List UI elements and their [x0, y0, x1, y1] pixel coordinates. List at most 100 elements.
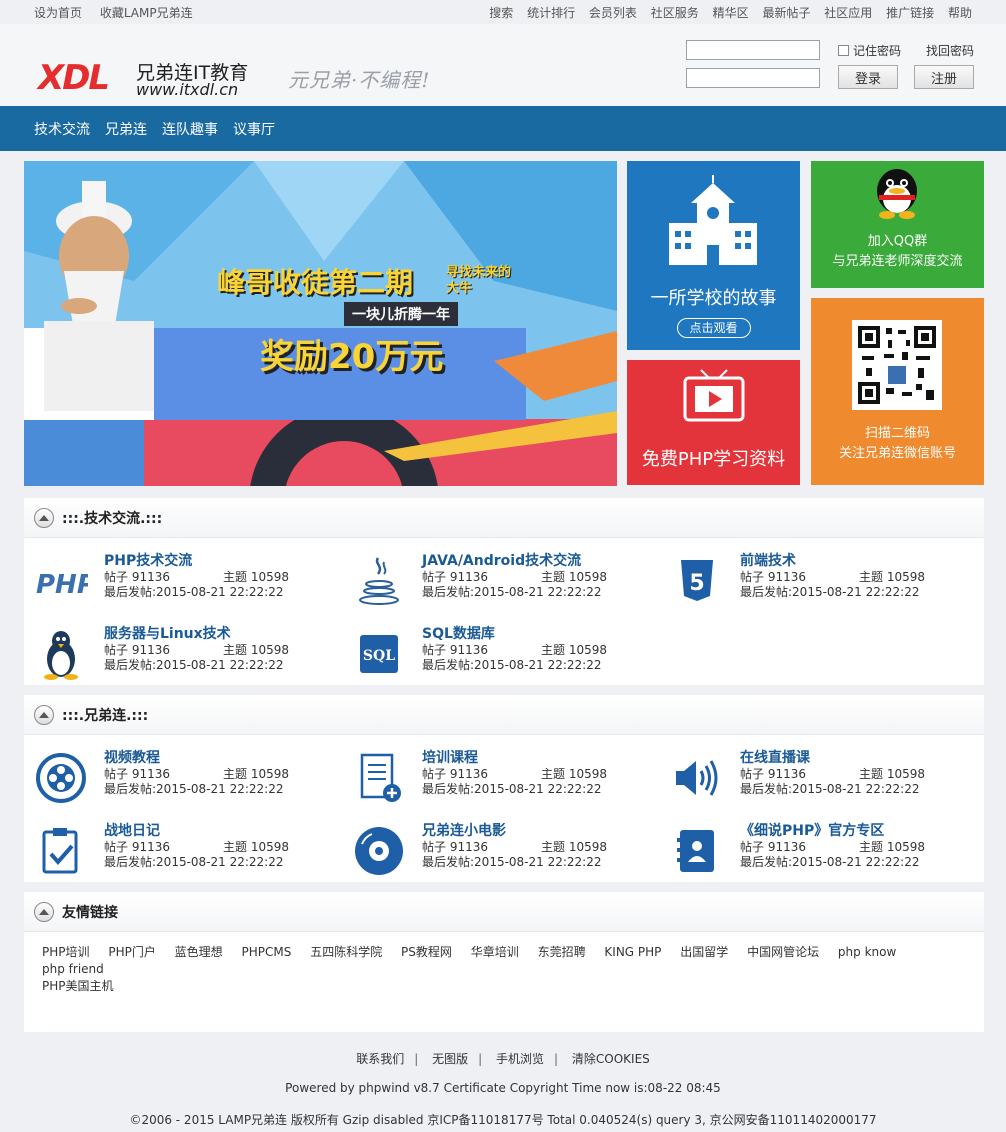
friend-links-section: 友情链接 PHP培训 PHP门户 蓝色理想 PHPCMS 五四陈科学院 PS教程… — [24, 892, 984, 1032]
section-title: :::.技术交流.::: — [62, 510, 163, 527]
forum-last-post: 最后发帖:2015-08-21 22:22:22 — [740, 855, 920, 869]
friend-link[interactable]: PHP门户 — [108, 945, 156, 959]
friend-link[interactable]: 东莞招聘 — [538, 945, 586, 959]
friend-link[interactable]: php know — [838, 945, 896, 959]
login-button[interactable]: 登录 — [838, 65, 898, 89]
friend-link[interactable]: 五四陈科学院 — [310, 945, 382, 959]
find-password-link[interactable]: 找回密码 — [926, 42, 974, 59]
forum-name[interactable]: 《细说PHP》官方专区 — [740, 820, 884, 840]
friend-link[interactable]: 蓝色理想 — [175, 945, 223, 959]
nav-item-xdl[interactable]: 兄弟连 — [105, 119, 147, 139]
friend-link[interactable]: PHPCMS — [242, 945, 292, 959]
nav-item-council[interactable]: 议事厅 — [233, 119, 275, 139]
remember-label: 记住密码 — [853, 44, 902, 58]
footer-link-contact[interactable]: 联系我们 — [356, 1052, 404, 1066]
school-story-tile[interactable]: 一所学校的故事 点击观看 — [627, 161, 800, 350]
top-link-members[interactable]: 会员列表 — [589, 6, 637, 20]
friend-link[interactable]: 中国网管论坛 — [747, 945, 819, 959]
banner-reward: 奖励20万元 — [260, 337, 444, 377]
forum-name[interactable]: 战地日记 — [104, 820, 160, 840]
watch-button[interactable]: 点击观看 — [676, 318, 751, 338]
free-php-tile[interactable]: 免费PHP学习资料 — [627, 360, 800, 485]
forum-item[interactable]: 兄弟连小电影 帖子 91136 主题 10598 最后发帖:2015-08-21… — [342, 820, 642, 880]
footer-powered: Powered by phpwind v8.7 Certificate Copy… — [285, 1081, 721, 1095]
collapse-toggle-icon[interactable] — [34, 901, 54, 922]
logo-url: www.itxdl.cn — [136, 80, 239, 99]
friend-link[interactable]: PHP培训 — [42, 945, 90, 959]
section-header: 友情链接 — [24, 892, 984, 932]
friend-link[interactable]: 华章培训 — [471, 945, 519, 959]
collapse-toggle-icon[interactable] — [34, 507, 54, 528]
forum-last-post: 最后发帖:2015-08-21 22:22:22 — [740, 782, 920, 796]
username-input[interactable] — [686, 40, 820, 60]
forum-last-post: 最后发帖:2015-08-21 22:22:22 — [422, 658, 602, 672]
section-header: :::.技术交流.::: — [24, 498, 984, 538]
friend-link[interactable]: 出国留学 — [680, 945, 728, 959]
top-link-services[interactable]: 社区服务 — [651, 6, 699, 20]
section-header: :::.兄弟连.::: — [24, 695, 984, 735]
forum-last-post: 最后发帖:2015-08-21 22:22:22 — [422, 585, 602, 599]
sql-icon: SQL — [352, 627, 406, 681]
top-link-help[interactable]: 帮助 — [948, 6, 972, 20]
set-homepage-link[interactable]: 设为首页 — [34, 6, 82, 20]
section-title: 友情链接 — [62, 904, 118, 921]
top-link-search[interactable]: 搜索 — [489, 6, 513, 20]
nav-item-tech[interactable]: 技术交流 — [34, 119, 90, 139]
remember-checkbox[interactable] — [838, 45, 849, 56]
bookmark-link[interactable]: 收藏LAMP兄弟连 — [100, 6, 193, 20]
top-link-latest[interactable]: 最新帖子 — [762, 6, 810, 20]
nav-item-fun[interactable]: 连队趣事 — [162, 119, 218, 139]
forum-last-post: 最后发帖:2015-08-21 22:22:22 — [422, 782, 602, 796]
main-banner[interactable]: 峰哥收徒第二期 寻找未来的大牛 一块儿折腾一年 奖励20万元 — [24, 161, 617, 486]
top-bar-left: 设为首页 收藏LAMP兄弟连 — [34, 4, 207, 21]
forum-item[interactable]: 在线直播课 帖子 91136 主题 10598 最后发帖:2015-08-21 … — [660, 747, 960, 807]
footer-link-textonly[interactable]: 无图版 — [432, 1052, 468, 1066]
register-button[interactable]: 注册 — [914, 65, 974, 89]
friend-link[interactable]: KING PHP — [604, 945, 661, 959]
forum-name[interactable]: 兄弟连小电影 — [422, 820, 506, 840]
banner-headline: 峰哥收徒第二期 — [217, 266, 414, 299]
tv-play-icon — [683, 369, 745, 422]
wechat-qr-tile[interactable]: 扫描二维码 关注兄弟连微信账号 — [811, 298, 984, 485]
svg-text:5: 5 — [689, 571, 704, 596]
password-input[interactable] — [686, 68, 820, 88]
forum-item[interactable]: 《细说PHP》官方专区 帖子 91136 主题 10598 最后发帖:2015-… — [660, 820, 960, 880]
clipboard-check-icon — [34, 824, 88, 878]
forum-name[interactable]: PHP技术交流 — [104, 550, 192, 570]
top-link-promo[interactable]: 推广链接 — [886, 6, 934, 20]
forum-item[interactable]: PHP PHP技术交流 帖子 91136 主题 10598 最后发帖:2015-… — [24, 550, 324, 610]
footer-link-mobile[interactable]: 手机浏览 — [496, 1052, 544, 1066]
footer-link-cookies[interactable]: 清除COOKIES — [572, 1052, 650, 1066]
remember-password[interactable]: 记住密码 — [838, 42, 901, 59]
forum-name[interactable]: 培训课程 — [422, 747, 478, 767]
top-link-apps[interactable]: 社区应用 — [824, 6, 872, 20]
forum-name[interactable]: 在线直播课 — [740, 747, 810, 767]
forum-name[interactable]: SQL数据库 — [422, 623, 495, 643]
html5-icon: 5 — [670, 554, 724, 608]
top-bar: 设为首页 收藏LAMP兄弟连 搜索 统计排行 会员列表 社区服务 精华区 最新帖… — [0, 0, 1006, 24]
forum-name[interactable]: 视频教程 — [104, 747, 160, 767]
friend-link[interactable]: php friend — [42, 962, 104, 976]
top-link-stats[interactable]: 统计排行 — [527, 6, 575, 20]
qr-line-1: 扫描二维码 — [864, 426, 930, 441]
logo-mark[interactable]: XDL — [38, 58, 110, 98]
contact-book-icon — [670, 824, 724, 878]
forum-item[interactable]: JAVA/Android技术交流 帖子 91136 主题 10598 最后发帖:… — [342, 550, 642, 610]
forum-item[interactable]: 5 前端技术 帖子 91136 主题 10598 最后发帖:2015-08-21… — [660, 550, 960, 610]
forum-item[interactable]: SQL SQL数据库 帖子 91136 主题 10598 最后发帖:2015-0… — [342, 623, 642, 683]
forum-item[interactable]: 视频教程 帖子 91136 主题 10598 最后发帖:2015-08-21 2… — [24, 747, 324, 807]
qq-group-tile[interactable]: 加入QQ群 与兄弟连老师深度交流 — [811, 161, 984, 288]
forum-item[interactable]: 培训课程 帖子 91136 主题 10598 最后发帖:2015-08-21 2… — [342, 747, 642, 807]
collapse-toggle-icon[interactable] — [34, 704, 54, 725]
forum-last-post: 最后发帖:2015-08-21 22:22:22 — [422, 855, 602, 869]
forum-item[interactable]: 战地日记 帖子 91136 主题 10598 最后发帖:2015-08-21 2… — [24, 820, 324, 880]
friend-link[interactable]: PHP美国主机 — [42, 979, 114, 993]
friend-link[interactable]: PS教程网 — [401, 945, 452, 959]
speaker-icon — [670, 751, 724, 805]
top-link-digest[interactable]: 精华区 — [713, 6, 749, 20]
forum-name[interactable]: JAVA/Android技术交流 — [422, 550, 581, 570]
document-add-icon — [352, 751, 406, 805]
forum-item[interactable]: 服务器与Linux技术 帖子 91136 主题 10598 最后发帖:2015-… — [24, 623, 324, 683]
forum-name[interactable]: 前端技术 — [740, 550, 796, 570]
forum-name[interactable]: 服务器与Linux技术 — [104, 623, 231, 643]
